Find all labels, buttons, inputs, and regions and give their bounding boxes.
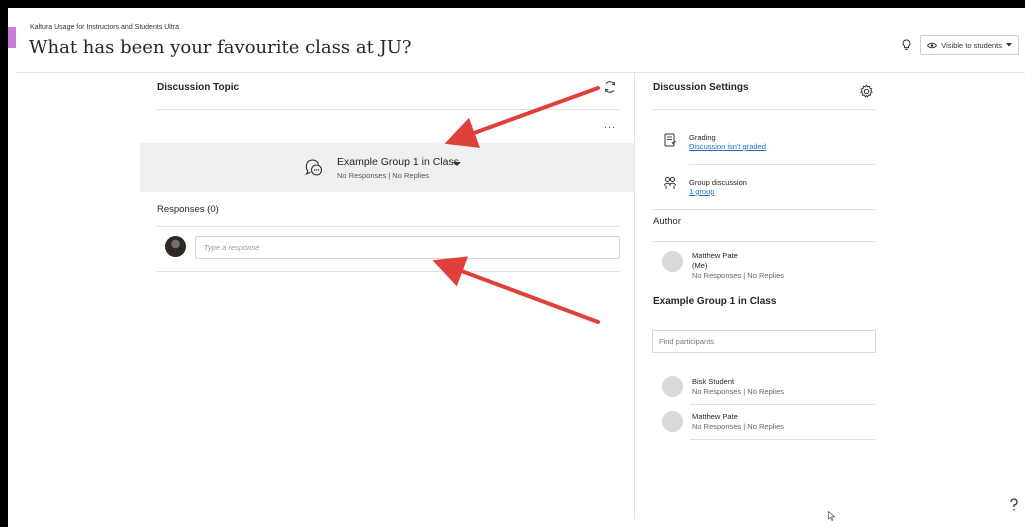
- annotation-arrow: [444, 86, 600, 148]
- annotation-arrows: [432, 86, 600, 324]
- annotation-arrow: [432, 256, 600, 324]
